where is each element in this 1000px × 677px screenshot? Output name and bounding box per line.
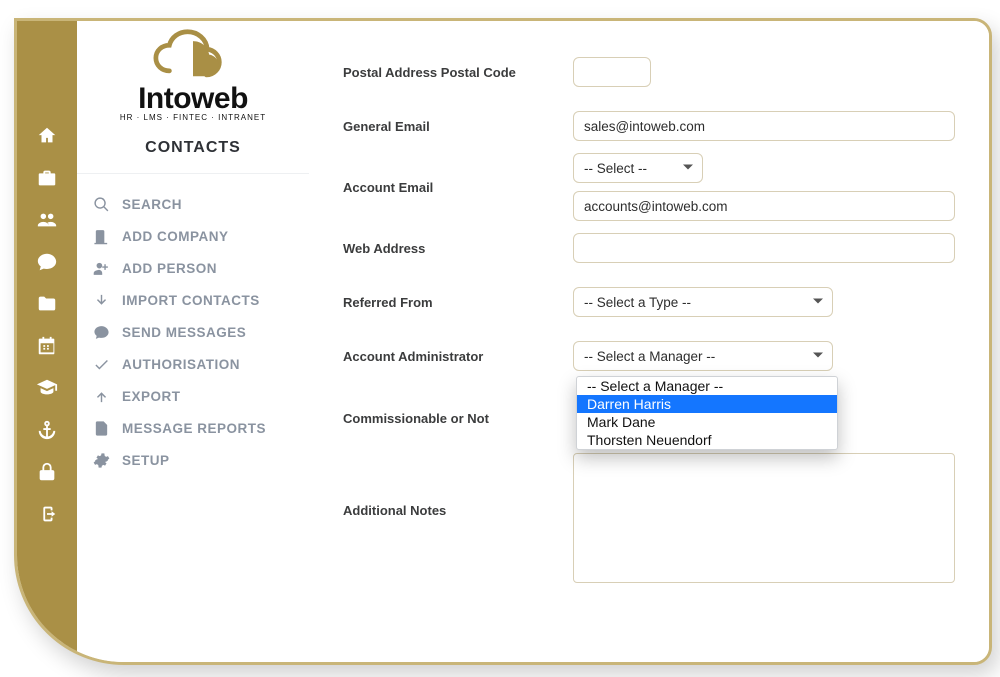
calendar-icon[interactable] (36, 335, 58, 357)
label-account-email: Account Email (343, 180, 573, 195)
arrow-down-icon (93, 292, 110, 309)
cloud-icon (151, 29, 235, 83)
gear-icon (93, 452, 110, 469)
label-additional-notes: Additional Notes (343, 453, 573, 518)
graduation-icon[interactable] (36, 377, 58, 399)
menu-label: ADD COMPANY (122, 229, 229, 244)
dropdown-option[interactable]: Thorsten Neuendorf (577, 431, 837, 449)
search-icon (93, 196, 110, 213)
label-web-address: Web Address (343, 241, 573, 256)
form-area: Postal Address Postal Code General Email… (309, 21, 989, 662)
account-admin-dropdown[interactable]: -- Select a Manager --Darren HarrisMark … (576, 376, 838, 450)
dropdown-option[interactable]: -- Select a Manager -- (577, 377, 837, 395)
menu-label: ADD PERSON (122, 261, 217, 276)
report-icon (93, 420, 110, 437)
label-general-email: General Email (343, 119, 573, 134)
menu-search[interactable]: SEARCH (93, 188, 299, 220)
menu-setup[interactable]: SETUP (93, 444, 299, 476)
speech-icon (93, 324, 110, 341)
menu-send-messages[interactable]: SEND MESSAGES (93, 316, 299, 348)
referred-from-select[interactable]: -- Select a Type -- (573, 287, 833, 317)
menu-add-company[interactable]: ADD COMPANY (93, 220, 299, 252)
label-referred-from: Referred From (343, 295, 573, 310)
anchor-icon[interactable] (36, 419, 58, 441)
menu-label: SEND MESSAGES (122, 325, 246, 340)
icon-rail (17, 21, 77, 662)
general-email-input[interactable] (573, 111, 955, 141)
menu-import-contacts[interactable]: IMPORT CONTACTS (93, 284, 299, 316)
row-web-address: Web Address (343, 221, 955, 275)
row-additional-notes: Additional Notes (343, 453, 955, 603)
dropdown-option[interactable]: Mark Dane (577, 413, 837, 431)
label-postal-code: Postal Address Postal Code (343, 65, 573, 80)
sidebar: Intoweb HR · LMS · FINTEC · INTRANET CON… (77, 21, 310, 662)
sidebar-menu: SEARCH ADD COMPANY ADD PERSON IMPORT CON… (77, 174, 309, 476)
logo: Intoweb HR · LMS · FINTEC · INTRANET (77, 21, 309, 129)
row-account-email: Account Email -- Select -- (343, 153, 955, 221)
menu-authorisation[interactable]: AUTHORISATION (93, 348, 299, 380)
label-account-admin: Account Administrator (343, 349, 573, 364)
account-admin-select[interactable]: -- Select a Manager -- (573, 341, 833, 371)
row-account-admin: Account Administrator -- Select a Manage… (343, 329, 955, 383)
menu-message-reports[interactable]: MESSAGE REPORTS (93, 412, 299, 444)
account-email-input[interactable] (573, 191, 955, 221)
menu-export[interactable]: EXPORT (93, 380, 299, 412)
menu-label: MESSAGE REPORTS (122, 421, 266, 436)
person-plus-icon (93, 260, 110, 277)
chat-icon[interactable] (36, 251, 58, 273)
row-postal-code: Postal Address Postal Code (343, 45, 955, 99)
home-icon[interactable] (36, 125, 58, 147)
logo-wordmark: Intoweb (120, 85, 266, 112)
check-icon (93, 356, 110, 373)
dropdown-option[interactable]: Darren Harris (577, 395, 837, 413)
row-referred-from: Referred From -- Select a Type -- (343, 275, 955, 329)
arrow-up-icon (93, 388, 110, 405)
menu-add-person[interactable]: ADD PERSON (93, 252, 299, 284)
briefcase-icon[interactable] (36, 167, 58, 189)
lock-icon[interactable] (36, 461, 58, 483)
postal-code-input[interactable] (573, 57, 651, 87)
logo-tagline: HR · LMS · FINTEC · INTRANET (120, 114, 266, 122)
label-commissionable: Commissionable or Not (343, 411, 573, 426)
app-frame: Intoweb HR · LMS · FINTEC · INTRANET CON… (14, 18, 992, 665)
menu-label: AUTHORISATION (122, 357, 240, 372)
menu-label: SEARCH (122, 197, 182, 212)
module-title: CONTACTS (77, 129, 309, 174)
account-email-select[interactable]: -- Select -- (573, 153, 703, 183)
menu-label: SETUP (122, 453, 170, 468)
additional-notes-textarea[interactable] (573, 453, 955, 583)
web-address-input[interactable] (573, 233, 955, 263)
building-icon (93, 228, 110, 245)
menu-label: IMPORT CONTACTS (122, 293, 260, 308)
row-general-email: General Email (343, 99, 955, 153)
menu-label: EXPORT (122, 389, 181, 404)
folder-icon[interactable] (36, 293, 58, 315)
logout-icon[interactable] (36, 503, 58, 525)
users-icon[interactable] (36, 209, 58, 231)
